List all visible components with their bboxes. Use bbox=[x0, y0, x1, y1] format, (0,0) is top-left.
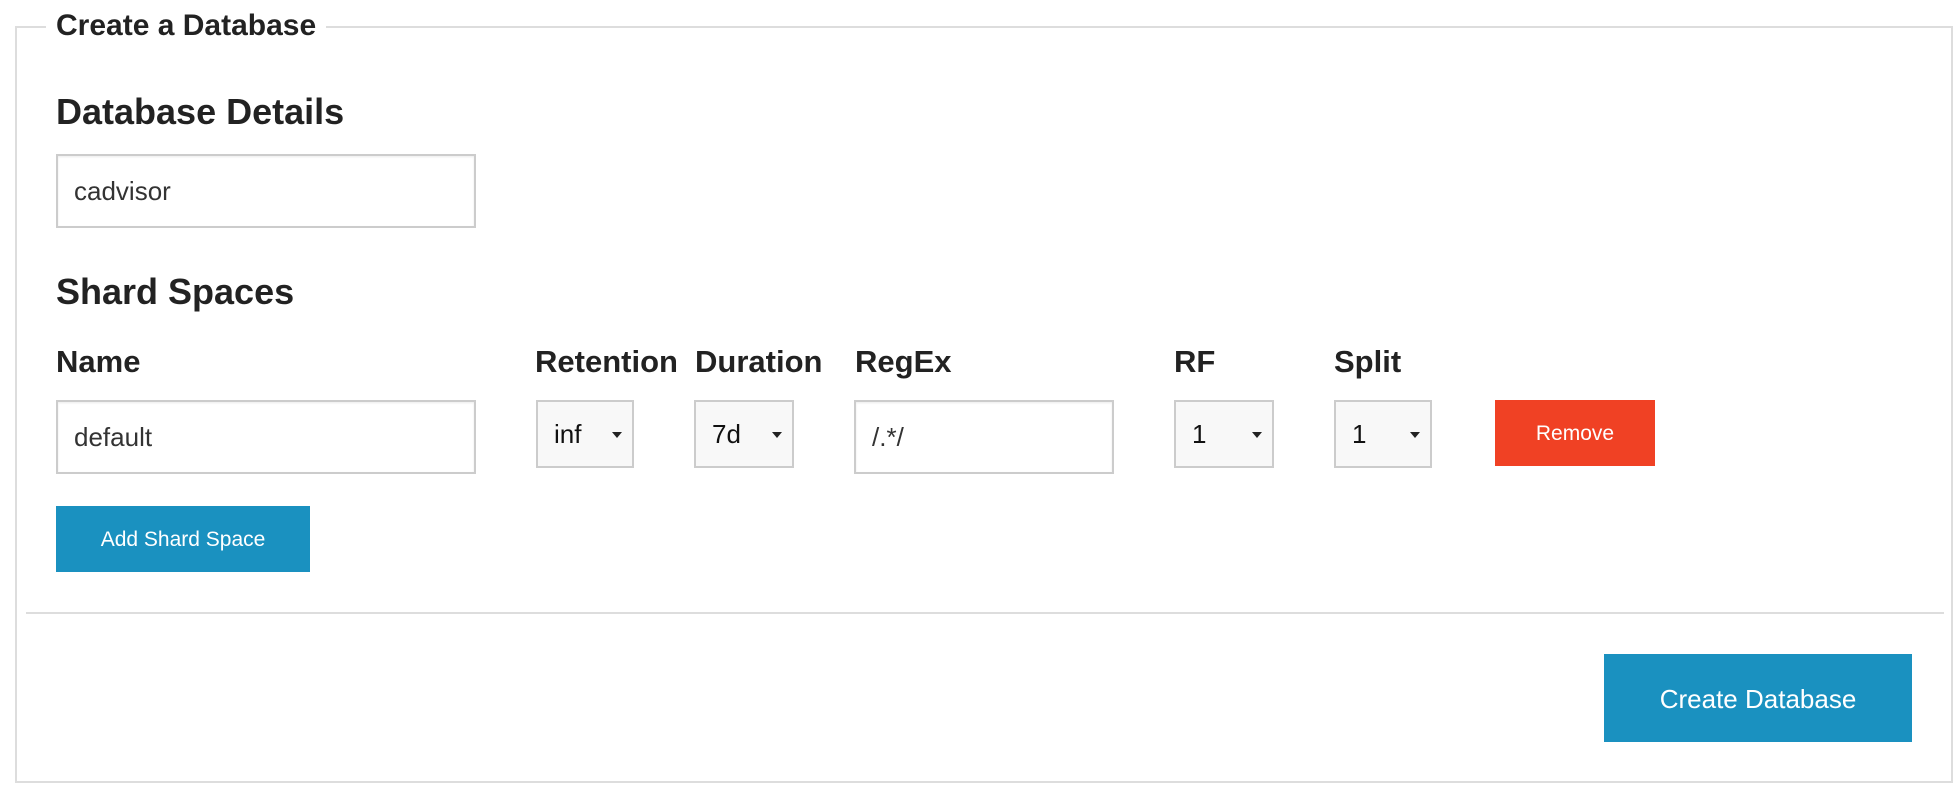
column-label-regex: RegEx bbox=[855, 344, 952, 379]
database-name-input[interactable] bbox=[56, 154, 476, 228]
create-database-button[interactable]: Create Database bbox=[1604, 654, 1912, 742]
column-label-duration: Duration bbox=[695, 344, 823, 379]
form-legend: Create a Database bbox=[46, 6, 327, 46]
shard-name-input[interactable] bbox=[56, 400, 476, 474]
add-shard-space-button[interactable]: Add Shard Space bbox=[56, 506, 310, 572]
caret-down-icon bbox=[1410, 432, 1420, 438]
split-select[interactable]: 1 bbox=[1334, 400, 1432, 468]
caret-down-icon bbox=[772, 432, 782, 438]
split-select-value: 1 bbox=[1352, 419, 1367, 449]
rf-select-value: 1 bbox=[1192, 419, 1207, 449]
database-details-heading: Database Details bbox=[56, 91, 345, 132]
form-divider bbox=[26, 612, 1944, 614]
caret-down-icon bbox=[1252, 432, 1262, 438]
shard-spaces-heading: Shard Spaces bbox=[56, 271, 295, 312]
rf-select[interactable]: 1 bbox=[1174, 400, 1274, 468]
column-label-name: Name bbox=[56, 344, 141, 379]
retention-select[interactable]: inf bbox=[536, 400, 634, 468]
column-label-split: Split bbox=[1334, 344, 1402, 379]
duration-select[interactable]: 7d bbox=[694, 400, 794, 468]
retention-select-value: inf bbox=[554, 419, 582, 449]
column-label-rf: RF bbox=[1174, 344, 1216, 379]
column-label-retention: Retention bbox=[535, 344, 678, 379]
remove-shard-space-button[interactable]: Remove bbox=[1495, 400, 1655, 466]
caret-down-icon bbox=[612, 432, 622, 438]
regex-input[interactable] bbox=[854, 400, 1114, 474]
duration-select-value: 7d bbox=[712, 419, 741, 449]
